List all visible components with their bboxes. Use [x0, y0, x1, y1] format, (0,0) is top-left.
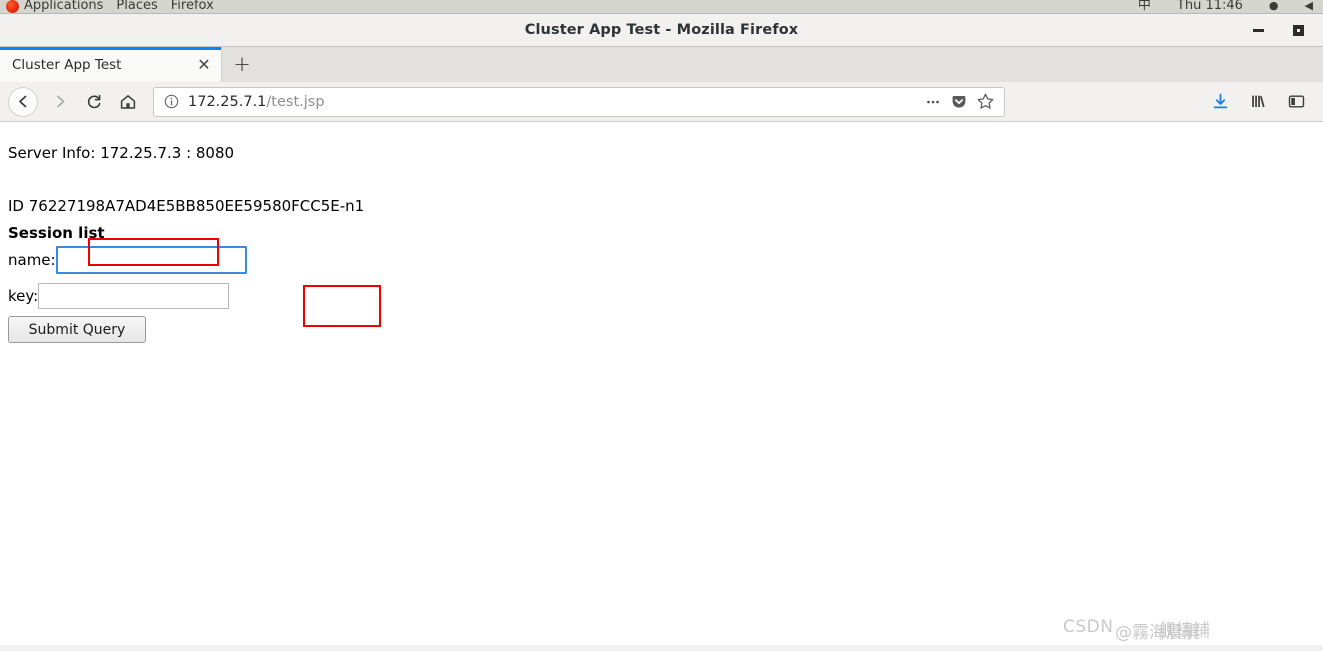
name-field-row: name: [8, 246, 247, 274]
maximize-icon [1292, 25, 1304, 36]
forward-button[interactable] [43, 86, 77, 118]
close-icon[interactable]: ✕ [193, 54, 215, 76]
firefox-window: Cluster App Test - Mozilla Firefox Clust… [0, 14, 1323, 651]
name-input[interactable] [55, 246, 247, 274]
panel-menu-applications[interactable]: Applications [24, 0, 116, 13]
ellipsis-icon [927, 100, 939, 103]
session-list-heading: Session list [8, 224, 105, 242]
url-bar[interactable]: 172.25.7.1/test.jsp [153, 86, 1005, 117]
annotation-box-session-id [303, 285, 381, 327]
info-circle-icon[interactable] [154, 94, 188, 109]
submit-query-button[interactable]: Submit Query [8, 316, 146, 343]
watermark-line-1: CSDN [1063, 617, 1114, 637]
arrow-left-icon [18, 95, 26, 108]
url-text[interactable]: 172.25.7.1/test.jsp [188, 94, 920, 110]
tab-bar: Cluster App Test ✕ + [0, 47, 1323, 82]
window-title: Cluster App Test - Mozilla Firefox [524, 22, 799, 38]
tab-label: Cluster App Test [12, 56, 122, 73]
server-info-label: Server Info: [8, 144, 96, 162]
watermark-line-3: 舰樯铺 [1159, 621, 1210, 641]
toolbar-right-buttons [1205, 87, 1315, 117]
bookmark-star-icon[interactable] [972, 89, 998, 115]
panel-indicator-volume[interactable]: ◀ [1305, 0, 1313, 13]
sidebar-icon [1288, 95, 1304, 108]
panel-menu-places[interactable]: Places [116, 0, 170, 13]
maximize-button[interactable] [1287, 20, 1309, 42]
input-method-indicator[interactable]: 中 [1138, 0, 1151, 13]
session-id-line: ID 76227198A7AD4E5BB850EE59580FCC5E-n1 [8, 197, 365, 215]
panel-clock[interactable]: Thu 11:46 [1177, 0, 1243, 13]
key-input[interactable] [38, 283, 230, 309]
window-controls [1247, 14, 1317, 47]
firefox-logo-icon [6, 0, 19, 13]
panel-indicator-dot[interactable]: ● [1269, 0, 1279, 13]
desktop-top-panel: Applications Places Firefox 中 Thu 11:46 … [0, 0, 1323, 14]
page-content: Server Info: 172.25.7.3 : 8080 ID 762271… [0, 122, 1323, 645]
watermark: CSDN @霧海晨艉 舰樯铺 [1063, 613, 1323, 643]
server-info-value: 172.25.7.3 : 8080 [100, 144, 235, 162]
reload-icon [87, 94, 101, 108]
page-actions-button[interactable] [920, 89, 946, 115]
key-field-row: key: [8, 283, 230, 309]
url-host: 172.25.7.1 [188, 93, 267, 110]
minimize-button[interactable] [1247, 20, 1269, 42]
url-path: /test.jsp [266, 93, 325, 110]
library-icon [1251, 95, 1265, 108]
back-button[interactable] [8, 86, 38, 117]
pocket-icon[interactable] [946, 89, 972, 115]
window-titlebar: Cluster App Test - Mozilla Firefox [0, 14, 1323, 47]
reload-button[interactable] [77, 86, 111, 118]
tab-cluster-app-test[interactable]: Cluster App Test ✕ [0, 47, 222, 82]
new-tab-button[interactable]: + [222, 47, 262, 82]
key-label: key: [8, 287, 39, 305]
panel-menu-firefox[interactable]: Firefox [171, 0, 227, 13]
server-info-line: Server Info: 172.25.7.3 : 8080 [8, 144, 234, 162]
arrow-right-icon [56, 95, 64, 108]
sidebar-button[interactable] [1281, 87, 1311, 117]
name-label: name: [8, 251, 56, 269]
downloads-icon [1213, 93, 1227, 109]
library-button[interactable] [1243, 87, 1273, 117]
home-icon [120, 94, 136, 109]
home-button[interactable] [111, 86, 145, 118]
minimize-icon [1252, 29, 1264, 32]
downloads-button[interactable] [1205, 87, 1235, 117]
navigation-toolbar: 172.25.7.1/test.jsp [0, 82, 1323, 122]
